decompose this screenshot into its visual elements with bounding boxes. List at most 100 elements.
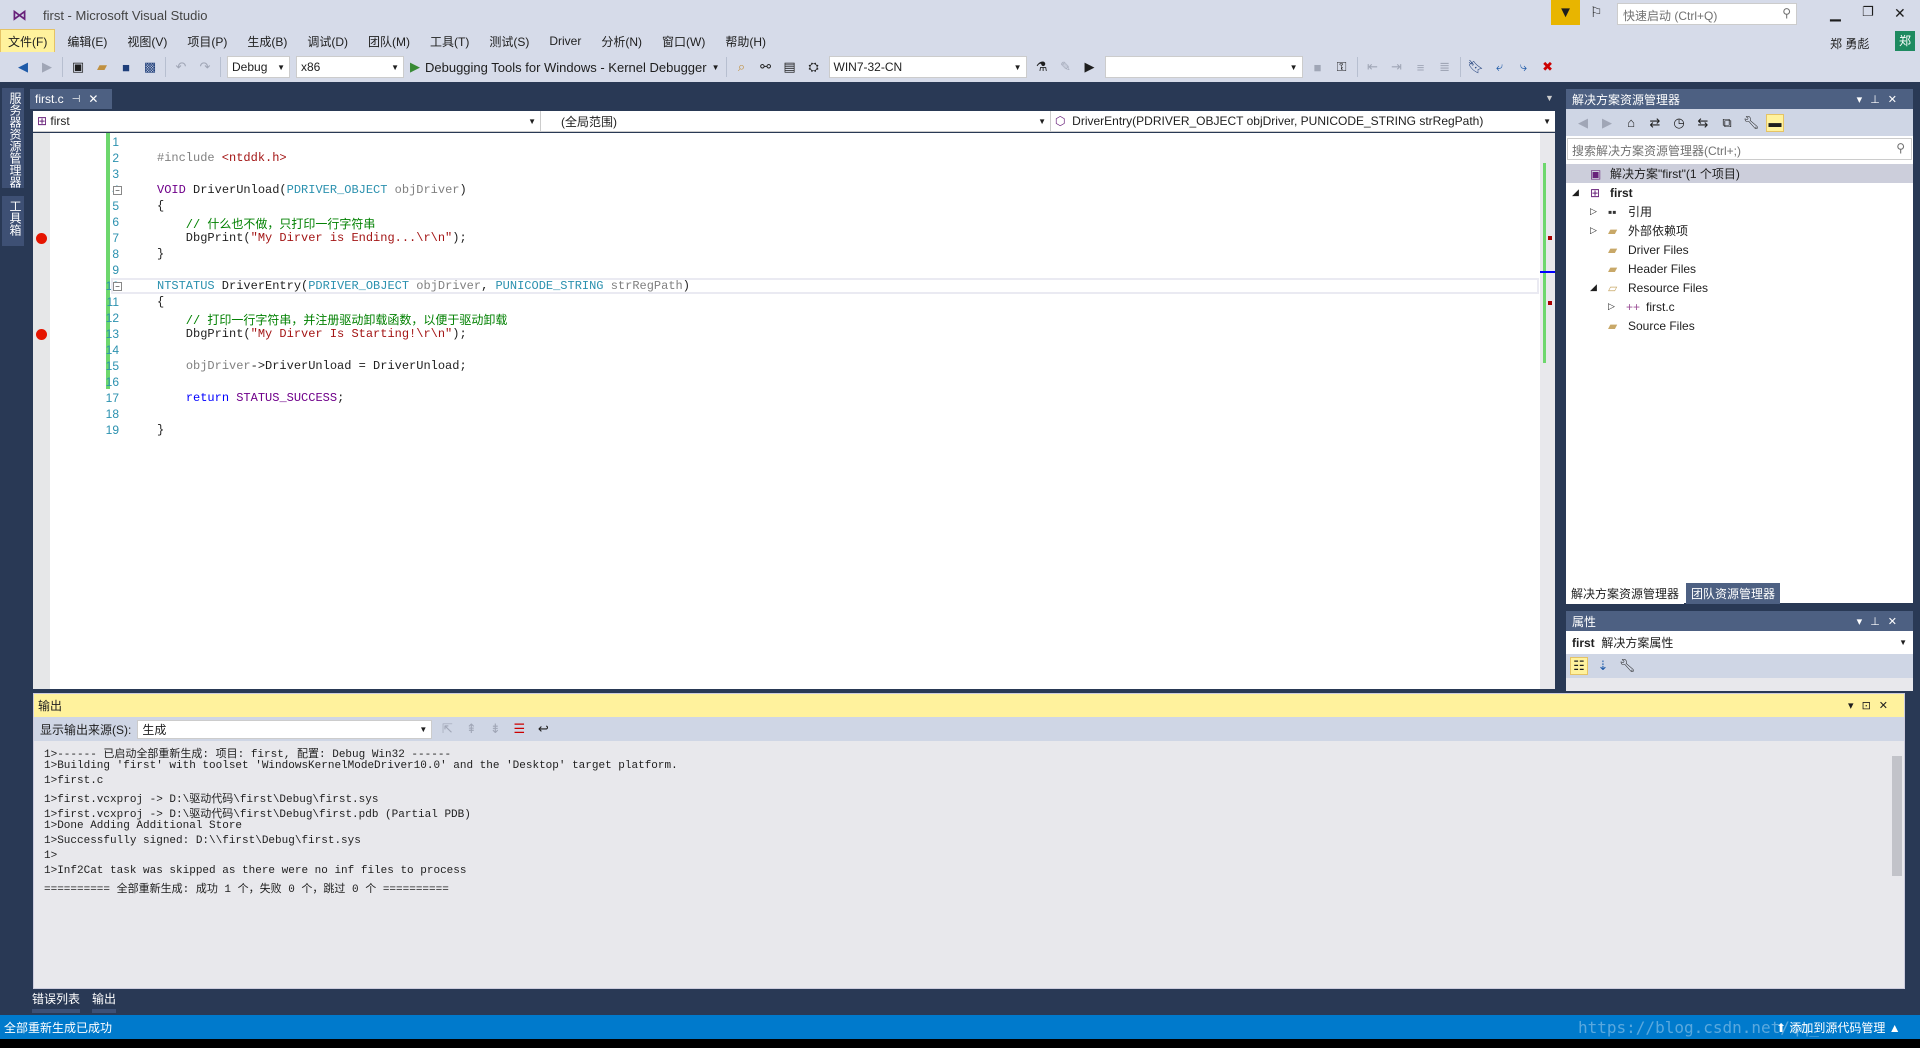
- server-explorer-tab[interactable]: 服务器资源管理器: [2, 88, 24, 188]
- output-text[interactable]: 1>------ 已启动全部重新生成: 项目: first, 配置: Debug…: [34, 741, 1904, 981]
- code-line[interactable]: }: [157, 423, 164, 437]
- feedback-icon[interactable]: ⚐: [1590, 4, 1603, 21]
- menu-edit[interactable]: 编辑(E): [59, 29, 115, 54]
- close-icon[interactable]: ✕: [1879, 700, 1896, 712]
- code-editor[interactable]: 12#include <ntddk.h>34VOID DriverUnload(…: [33, 133, 1555, 689]
- scrollbar-thumb[interactable]: [1892, 756, 1902, 876]
- comment-icon[interactable]: ▤: [781, 58, 799, 76]
- output-source-select[interactable]: 生成 ▼: [137, 719, 433, 739]
- user-name[interactable]: 郑 勇彪: [1830, 35, 1869, 52]
- test-icon[interactable]: ⚗: [1033, 58, 1051, 76]
- tree-item[interactable]: ◢ ▱ Resource Files: [1566, 278, 1913, 297]
- configuration-select[interactable]: Debug ▼: [227, 56, 290, 78]
- save-icon[interactable]: ■: [117, 58, 135, 76]
- expander-icon[interactable]: ▷: [1590, 206, 1608, 217]
- new-project-icon[interactable]: ▣: [69, 58, 87, 76]
- tab-overflow-icon[interactable]: ▼: [1545, 93, 1554, 103]
- menu-file[interactable]: 文件(F): [0, 28, 56, 54]
- menu-view[interactable]: 视图(V): [119, 29, 175, 54]
- notification-flag-icon[interactable]: ▼: [1551, 0, 1580, 25]
- preview-icon[interactable]: ▬: [1766, 113, 1784, 132]
- back-icon[interactable]: ◀: [1574, 114, 1592, 132]
- pin-icon[interactable]: ⊥: [1870, 616, 1888, 628]
- attach-process-icon[interactable]: ⚯: [757, 58, 775, 76]
- dropdown-icon[interactable]: ▾: [1857, 94, 1871, 106]
- bottom-tab-error-list[interactable]: 错误列表: [32, 990, 81, 1013]
- expander-icon[interactable]: ▷: [1608, 301, 1626, 312]
- binary-icon[interactable]: ⚿: [1333, 58, 1351, 76]
- sync-icon[interactable]: ⇆: [1694, 114, 1712, 132]
- start-debugger-button[interactable]: ▶ Debugging Tools for Windows - Kernel De…: [410, 59, 720, 75]
- code-line[interactable]: objDriver->DriverUnload = DriverUnload;: [157, 359, 467, 373]
- close-icon[interactable]: ✕: [1888, 94, 1905, 106]
- next-message-icon[interactable]: ⇟: [486, 720, 504, 738]
- switch-views-icon[interactable]: ⇄: [1646, 114, 1664, 132]
- properties-object-select[interactable]: first 解决方案属性 ▼: [1566, 631, 1913, 654]
- minimize-button[interactable]: ▁: [1830, 5, 1841, 22]
- pin-icon[interactable]: ⊡: [1862, 700, 1879, 712]
- menu-tools[interactable]: 工具(T): [422, 29, 477, 54]
- breakpoint-margin[interactable]: [33, 133, 50, 689]
- bookmark-icon[interactable]: 🔖︎: [1467, 58, 1485, 76]
- tab-team-explorer[interactable]: 团队资源管理器: [1686, 583, 1781, 604]
- clear-all-icon[interactable]: ☰: [510, 720, 528, 738]
- pending-changes-icon[interactable]: ◷: [1670, 114, 1688, 132]
- menu-debug[interactable]: 调试(D): [299, 29, 356, 54]
- tree-item[interactable]: ▷ ▪▪ 引用: [1566, 202, 1913, 221]
- tree-item[interactable]: ▣ 解决方案"first"(1 个项目): [1566, 164, 1913, 183]
- menu-project[interactable]: 项目(P): [179, 29, 235, 54]
- code-line[interactable]: }: [157, 247, 164, 261]
- empty-select[interactable]: ▼: [1104, 56, 1303, 78]
- tree-item[interactable]: ▰ Header Files: [1566, 259, 1913, 278]
- tree-item[interactable]: ▰ Driver Files: [1566, 240, 1913, 259]
- driver-deploy-icon[interactable]: ⛭: [805, 58, 823, 76]
- expander-icon[interactable]: ▷: [1590, 225, 1608, 236]
- uncomment-lines-icon[interactable]: ≣: [1436, 58, 1454, 76]
- output-vertical-scrollbar[interactable]: [1892, 744, 1902, 964]
- home-icon[interactable]: ⌂: [1622, 114, 1640, 132]
- target-computer-select[interactable]: WIN7-32-CN ▼: [828, 56, 1027, 78]
- pencil-icon[interactable]: ✎: [1057, 58, 1075, 76]
- find-in-files-icon[interactable]: ⌕: [733, 58, 751, 76]
- tree-item[interactable]: ▷ ▰ 外部依赖项: [1566, 221, 1913, 240]
- collapse-icon[interactable]: −: [113, 186, 122, 195]
- open-file-icon[interactable]: ▰: [93, 58, 111, 76]
- properties-icon[interactable]: 🔧︎: [1742, 114, 1760, 132]
- editor-tab-first-c[interactable]: first.c ⊣ ✕: [30, 89, 112, 109]
- user-avatar[interactable]: 郑: [1895, 31, 1915, 51]
- code-line[interactable]: {: [157, 295, 164, 309]
- run-icon[interactable]: ▶: [1081, 58, 1099, 76]
- code-line[interactable]: DbgPrint("My Dirver Is Starting!\r\n");: [157, 327, 467, 341]
- code-line[interactable]: #include <ntddk.h>: [157, 151, 287, 165]
- menu-build[interactable]: 生成(B): [239, 29, 295, 54]
- menu-driver[interactable]: Driver: [541, 30, 589, 52]
- expander-icon[interactable]: ◢: [1572, 187, 1590, 198]
- bottom-tab-output[interactable]: 输出: [92, 990, 117, 1013]
- tab-solution-explorer[interactable]: 解决方案资源管理器: [1566, 583, 1685, 604]
- prev-bookmark-icon[interactable]: ⤶: [1491, 58, 1509, 76]
- outdent-icon[interactable]: ⇤: [1364, 58, 1382, 76]
- expander-icon[interactable]: ◢: [1590, 282, 1608, 293]
- editor-vertical-scrollbar[interactable]: [1540, 133, 1555, 689]
- menu-test[interactable]: 测试(S): [481, 29, 537, 54]
- close-tab-icon[interactable]: ✕: [88, 92, 98, 106]
- tree-item[interactable]: ▷ ++ first.c: [1566, 297, 1913, 316]
- code-line[interactable]: // 什么也不做，只打印一行字符串: [157, 215, 376, 232]
- menu-help[interactable]: 帮助(H): [717, 29, 774, 54]
- word-wrap-icon[interactable]: ↩: [534, 720, 552, 738]
- previous-message-icon[interactable]: ⇞: [462, 720, 480, 738]
- add-to-source-control-button[interactable]: ⬆ 添加到源代码管理 ▲: [1776, 1019, 1901, 1036]
- property-pages-icon[interactable]: 🔧︎: [1618, 657, 1636, 675]
- next-bookmark-icon[interactable]: ⤷: [1515, 58, 1533, 76]
- close-button[interactable]: ✕: [1894, 5, 1906, 22]
- back-icon[interactable]: ◀: [14, 58, 32, 76]
- redo-icon[interactable]: ↷: [196, 58, 214, 76]
- member-combo[interactable]: ⬡ DriverEntry(PDRIVER_OBJECT objDriver, …: [1051, 111, 1555, 131]
- menu-analyze[interactable]: 分析(N): [593, 29, 650, 54]
- code-line[interactable]: DbgPrint("My Dirver is Ending...\r\n");: [157, 231, 467, 245]
- go-to-line-icon[interactable]: ⇱: [438, 720, 456, 738]
- quick-launch-input[interactable]: 快速启动 (Ctrl+Q) ⚲: [1617, 3, 1797, 25]
- stop-icon[interactable]: ■: [1309, 58, 1327, 76]
- toolbox-tab[interactable]: 工具箱: [2, 196, 24, 246]
- code-line[interactable]: VOID DriverUnload(PDRIVER_OBJECT objDriv…: [157, 183, 467, 197]
